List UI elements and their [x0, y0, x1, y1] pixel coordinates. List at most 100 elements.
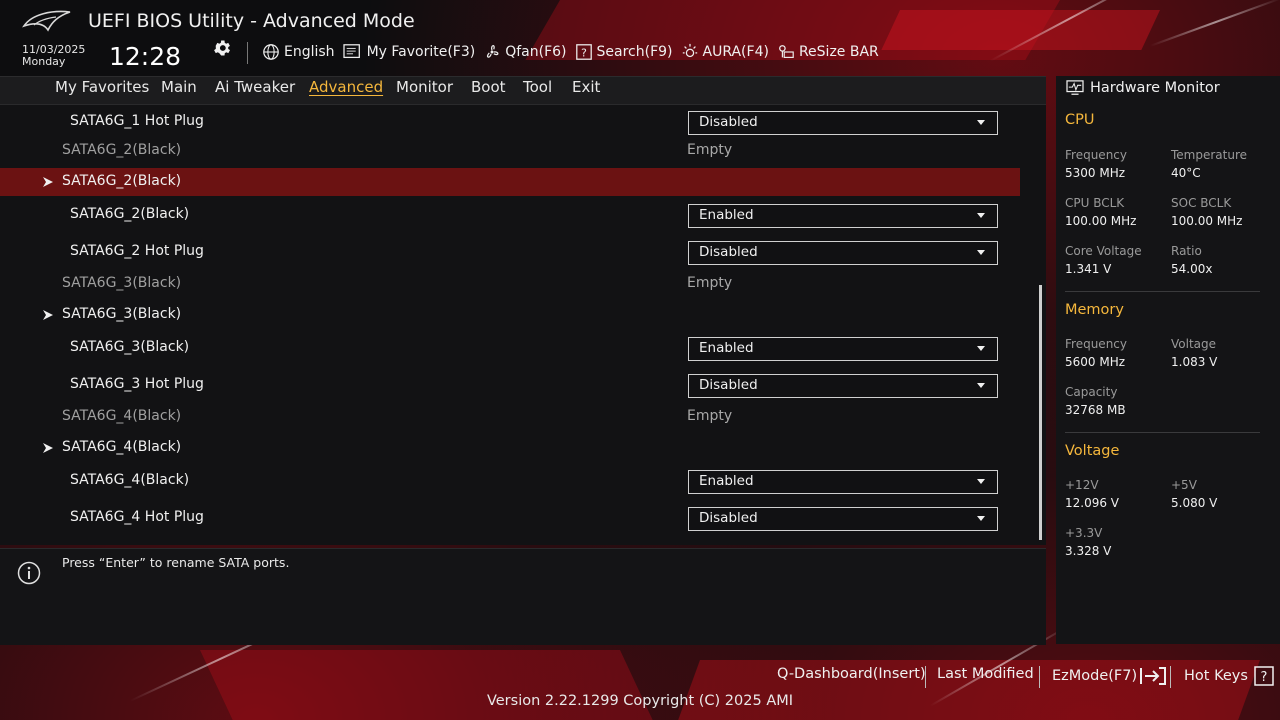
hot-keys-button[interactable]: Hot Keys ?	[1184, 666, 1274, 686]
tab-monitor[interactable]: Monitor	[396, 78, 453, 96]
submenu-row-sata6g3[interactable]: SATA6G_3(Black)	[0, 301, 1020, 331]
chevron-down-icon	[977, 383, 985, 388]
select-value: Enabled	[699, 340, 754, 356]
submenu-arrow-icon	[43, 177, 53, 187]
setting-row-sata6g3-enable[interactable]: SATA6G_3(Black) Enabled	[0, 334, 1020, 364]
submenu-label: SATA6G_3(Black)	[62, 306, 182, 322]
cpu-divider	[1065, 291, 1260, 292]
port-status-value: Empty	[687, 408, 733, 424]
v33-label: +3.3V	[1065, 526, 1103, 540]
language-button[interactable]: English	[262, 43, 335, 61]
date-display: 11/03/2025 Monday	[22, 44, 85, 68]
hardware-monitor-label: Hardware Monitor	[1090, 80, 1220, 96]
help-panel: Press “Enter” to rename SATA ports.	[0, 548, 1046, 645]
tab-my-favorites[interactable]: My Favorites	[55, 78, 149, 96]
port-status-value: Empty	[687, 275, 733, 291]
setting-label: SATA6G_4(Black)	[70, 472, 190, 488]
sata6g3-enable-select[interactable]: Enabled	[688, 337, 998, 361]
favorite-list-icon	[342, 44, 360, 59]
rog-logo-icon	[22, 10, 71, 32]
window-title: UEFI BIOS Utility - Advanced Mode	[88, 10, 415, 32]
setting-row-sata6g3-hotplug[interactable]: SATA6G_3 Hot Plug Disabled	[0, 371, 1020, 401]
tab-tool[interactable]: Tool	[523, 78, 552, 96]
sata6g1-hotplug-select[interactable]: Disabled	[688, 111, 998, 135]
setting-label: SATA6G_3(Black)	[62, 275, 182, 291]
setting-row-sata6g2-enable[interactable]: SATA6G_2(Black) Enabled	[0, 201, 1020, 231]
hardware-monitor-title: Hardware Monitor	[1066, 80, 1220, 96]
v5-label: +5V	[1171, 478, 1197, 492]
ezmode-button[interactable]: EzMode(F7)	[1052, 666, 1167, 686]
qfan-button[interactable]: Qfan(F6)	[483, 43, 567, 61]
sata6g2-hotplug-select[interactable]: Disabled	[688, 241, 998, 265]
ezmode-label: EzMode(F7)	[1052, 668, 1138, 684]
setting-row-sata6g1-hotplug[interactable]: SATA6G_1 Hot Plug Disabled	[0, 108, 1020, 138]
hot-keys-label: Hot Keys	[1184, 668, 1248, 684]
setting-row-sata6g2-status: SATA6G_2(Black) Empty	[0, 137, 1020, 167]
cpu-bclk-value: 100.00 MHz	[1065, 214, 1137, 228]
memory-frequency-value: 5600 MHz	[1065, 355, 1126, 369]
v12-label: +12V	[1065, 478, 1099, 492]
core-voltage-label: Core Voltage	[1065, 244, 1142, 258]
setting-row-sata6g3-status: SATA6G_3(Black) Empty	[0, 270, 1020, 300]
gear-icon[interactable]	[212, 38, 232, 58]
cpu-bclk-label: CPU BCLK	[1065, 196, 1125, 210]
sata6g4-enable-select[interactable]: Enabled	[688, 470, 998, 494]
settings-scrollbar[interactable]	[1039, 285, 1042, 540]
select-value: Enabled	[699, 207, 754, 223]
cpu-frequency-value: 5300 MHz	[1065, 166, 1126, 180]
sata6g3-hotplug-select[interactable]: Disabled	[688, 374, 998, 398]
chevron-down-icon	[977, 250, 985, 255]
search-label: Search(F9)	[596, 44, 673, 60]
globe-icon	[263, 44, 279, 60]
qfan-label: Qfan(F6)	[505, 44, 567, 60]
select-value: Disabled	[699, 114, 758, 130]
language-label: English	[284, 44, 335, 60]
memory-divider	[1065, 432, 1260, 433]
submenu-row-sata6g4[interactable]: SATA6G_4(Black)	[0, 434, 1020, 464]
footer-divider	[1170, 666, 1171, 688]
submenu-label: SATA6G_2(Black)	[62, 173, 182, 189]
tab-advanced[interactable]: Advanced	[309, 78, 383, 96]
chevron-down-icon	[977, 346, 985, 351]
tab-exit[interactable]: Exit	[572, 78, 600, 96]
voltage-heading: Voltage	[1065, 443, 1120, 459]
monitor-icon	[1066, 80, 1084, 95]
cpu-temperature-value: 40°C	[1171, 166, 1201, 180]
clock-display: 12:28	[109, 42, 182, 71]
tab-main[interactable]: Main	[161, 78, 197, 96]
exit-arrow-icon	[1140, 667, 1167, 685]
v12-value: 12.096 V	[1065, 496, 1120, 510]
setting-label: SATA6G_3(Black)	[70, 339, 190, 355]
soc-bclk-label: SOC BCLK	[1171, 196, 1232, 210]
setting-row-sata6g4-enable[interactable]: SATA6G_4(Black) Enabled	[0, 467, 1020, 497]
aura-label: AURA(F4)	[702, 44, 769, 60]
header-divider	[247, 42, 248, 64]
settings-panel: SATA6G_1 Hot Plug Disabled SATA6G_2(Blac…	[0, 104, 1046, 545]
cpu-frequency-label: Frequency	[1065, 148, 1127, 162]
svg-text:?: ?	[581, 47, 587, 60]
fan-icon	[487, 45, 499, 58]
sata6g2-enable-select[interactable]: Enabled	[688, 204, 998, 228]
main-nav-tabs: My Favorites Main Ai Tweaker Advanced Mo…	[0, 76, 1046, 104]
q-dashboard-button[interactable]: Q-Dashboard(Insert)	[777, 666, 926, 682]
submenu-row-sata6g2[interactable]: SATA6G_2(Black)	[0, 168, 1020, 196]
tab-ai-tweaker[interactable]: Ai Tweaker	[215, 78, 295, 96]
select-value: Disabled	[699, 510, 758, 526]
aura-button[interactable]: AURA(F4)	[681, 43, 769, 61]
ratio-value: 54.00x	[1171, 262, 1213, 276]
memory-voltage-label: Voltage	[1171, 337, 1217, 351]
memory-capacity-value: 32768 MB	[1065, 403, 1126, 417]
my-favorite-button[interactable]: My Favorite(F3)	[342, 43, 475, 61]
setting-row-sata6g4-hotplug[interactable]: SATA6G_4 Hot Plug Disabled	[0, 504, 1020, 534]
last-modified-button[interactable]: Last Modified	[937, 666, 1034, 682]
footer-divider	[1039, 666, 1040, 688]
help-key-icon: ?	[1254, 666, 1274, 686]
resize-bar-button[interactable]: ReSize BAR	[777, 43, 879, 61]
header-toolbar: English My Favorite(F3) Qfan(F6) ? Searc…	[262, 41, 887, 63]
search-button[interactable]: ? Search(F9)	[575, 43, 673, 61]
memory-heading: Memory	[1065, 302, 1124, 318]
tab-boot[interactable]: Boot	[471, 78, 506, 96]
setting-row-sata6g2-hotplug[interactable]: SATA6G_2 Hot Plug Disabled	[0, 238, 1020, 268]
sata6g4-hotplug-select[interactable]: Disabled	[688, 507, 998, 531]
help-text: Press “Enter” to rename SATA ports.	[62, 555, 290, 570]
